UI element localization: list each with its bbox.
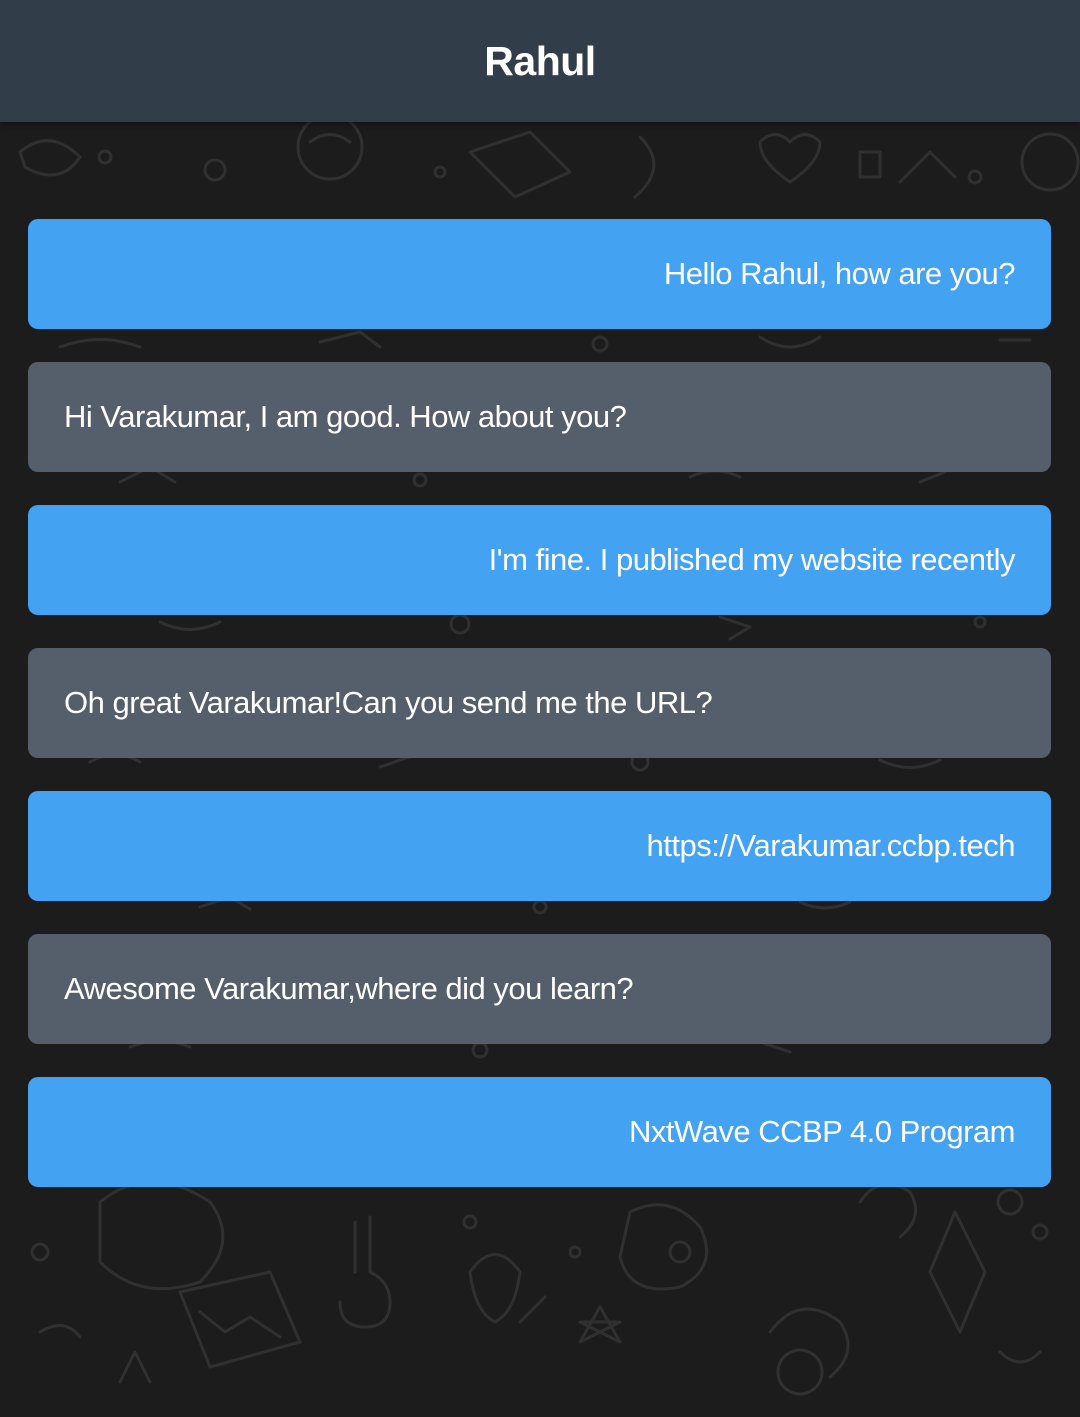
- chat-area[interactable]: Hello Rahul, how are you? Hi Varakumar, …: [0, 122, 1080, 1417]
- message-bubble: https://Varakumar.ccbp.tech: [28, 791, 1051, 901]
- message-text: Hi Varakumar, I am good. How about you?: [64, 399, 627, 434]
- message-bubble: NxtWave CCBP 4.0 Program: [28, 1077, 1051, 1187]
- message-bubble: Hi Varakumar, I am good. How about you?: [28, 362, 1051, 472]
- message-list[interactable]: Hello Rahul, how are you? Hi Varakumar, …: [28, 219, 1051, 1187]
- chat-header: Rahul: [0, 0, 1080, 122]
- message-bubble: Awesome Varakumar,where did you learn?: [28, 934, 1051, 1044]
- message-text: https://Varakumar.ccbp.tech: [646, 828, 1016, 863]
- contact-name: Rahul: [484, 37, 596, 84]
- message-text: I'm fine. I published my website recentl…: [488, 542, 1016, 577]
- message-bubble: Oh great Varakumar!Can you send me the U…: [28, 648, 1051, 758]
- message-text: Awesome Varakumar,where did you learn?: [64, 971, 634, 1006]
- message-text: NxtWave CCBP 4.0 Program: [629, 1114, 1015, 1149]
- message-text: Hello Rahul, how are you?: [663, 256, 1016, 291]
- message-text: Oh great Varakumar!Can you send me the U…: [64, 685, 713, 720]
- message-bubble: I'm fine. I published my website recentl…: [28, 505, 1051, 615]
- message-bubble: Hello Rahul, how are you?: [28, 219, 1051, 329]
